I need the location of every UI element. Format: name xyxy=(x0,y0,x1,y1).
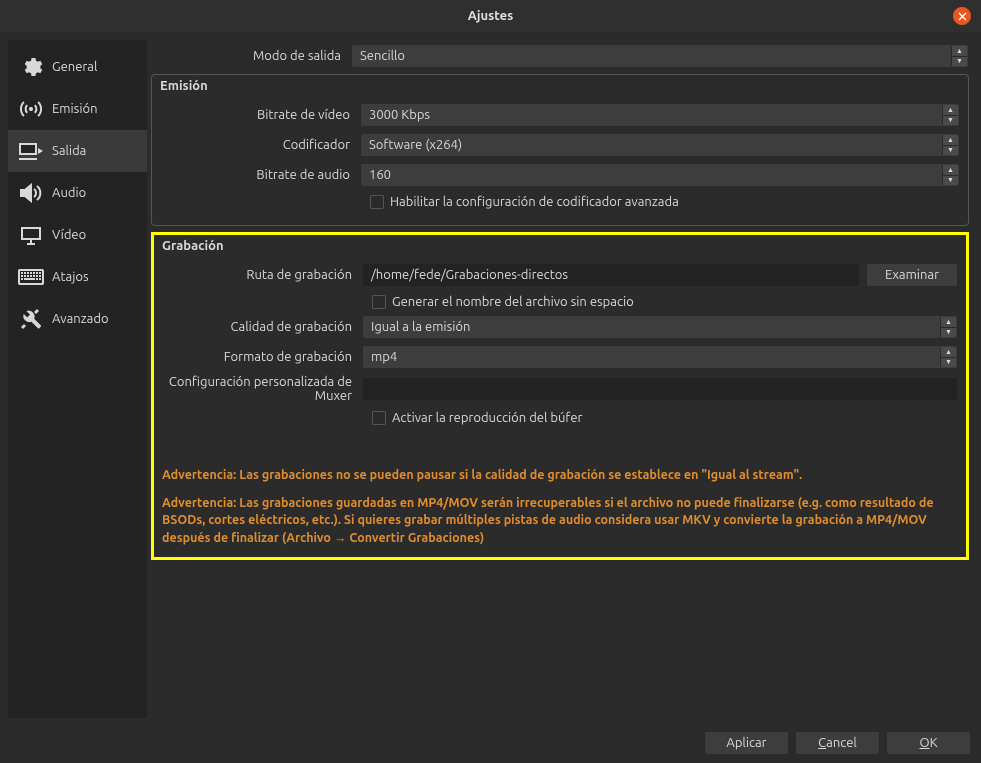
recording-path-input[interactable] xyxy=(362,263,860,287)
streaming-panel-title: Emisión xyxy=(160,79,960,93)
muxer-label: Configuración personalizada de Muxer xyxy=(162,375,362,403)
recording-warning-1: Advertencia: Las grabaciones no se puede… xyxy=(162,467,958,485)
chevron-down-icon[interactable]: ▼ xyxy=(951,57,967,67)
output-mode-label: Modo de salida xyxy=(151,49,351,63)
chevron-up-icon[interactable]: ▲ xyxy=(942,105,958,116)
close-button[interactable] xyxy=(953,7,971,25)
chevron-down-icon[interactable]: ▼ xyxy=(942,176,958,186)
output-icon xyxy=(18,140,44,162)
chevron-down-icon[interactable]: ▼ xyxy=(942,146,958,156)
sidebar-item-hotkeys[interactable]: Atajos xyxy=(8,256,147,298)
chevron-up-icon[interactable]: ▲ xyxy=(940,347,956,358)
main-content: Modo de salida Sencillo ▲▼ Emisión Bitra… xyxy=(147,40,973,718)
recording-panel: Grabación Ruta de grabación Examinar Gen… xyxy=(151,232,969,560)
streaming-panel: Emisión Bitrate de vídeo 3000 Kbps ▲▼ Co… xyxy=(151,74,969,226)
nospace-label: Generar el nombre del archivo sin espaci… xyxy=(392,295,634,309)
recording-warning-2: Advertencia: Las grabaciones guardadas e… xyxy=(162,495,958,548)
replay-buffer-label: Activar la reproducción del búfer xyxy=(392,411,582,425)
sidebar-item-label: Atajos xyxy=(52,270,89,284)
keyboard-icon xyxy=(18,266,44,288)
sidebar-item-video[interactable]: Vídeo xyxy=(8,214,147,256)
recording-path-label: Ruta de grabación xyxy=(162,268,362,282)
video-bitrate-input[interactable]: 3000 Kbps ▲▼ xyxy=(360,103,960,127)
tools-icon xyxy=(18,308,44,330)
sidebar-item-label: Salida xyxy=(52,144,86,158)
chevron-up-icon[interactable]: ▲ xyxy=(951,46,967,57)
nospace-checkbox[interactable] xyxy=(372,295,386,309)
sidebar-item-advanced[interactable]: Avanzado xyxy=(8,298,147,340)
output-mode-select[interactable]: Sencillo ▲▼ xyxy=(351,44,969,68)
chevron-down-icon[interactable]: ▼ xyxy=(940,328,956,338)
encoder-select[interactable]: Software (x264) ▲▼ xyxy=(360,133,960,157)
close-icon xyxy=(958,12,967,21)
chevron-down-icon[interactable]: ▼ xyxy=(940,358,956,368)
recording-format-label: Formato de grabación xyxy=(162,350,362,364)
chevron-down-icon[interactable]: ▼ xyxy=(942,116,958,126)
ok-button[interactable]: OK xyxy=(886,731,971,755)
sidebar: General Emisión Salida Audio Vídeo xyxy=(8,40,147,718)
audio-bitrate-select[interactable]: 160 ▲▼ xyxy=(360,163,960,187)
browse-button[interactable]: Examinar xyxy=(866,263,958,287)
chevron-up-icon[interactable]: ▲ xyxy=(942,135,958,146)
cancel-button[interactable]: Cancel xyxy=(795,731,880,755)
sidebar-item-audio[interactable]: Audio xyxy=(8,172,147,214)
sidebar-item-label: Avanzado xyxy=(52,312,109,326)
video-bitrate-label: Bitrate de vídeo xyxy=(160,108,360,122)
monitor-icon xyxy=(18,224,44,246)
audio-bitrate-label: Bitrate de audio xyxy=(160,168,360,182)
sidebar-item-label: Vídeo xyxy=(52,228,86,242)
sidebar-item-stream[interactable]: Emisión xyxy=(8,88,147,130)
sidebar-item-label: General xyxy=(52,60,97,74)
muxer-input[interactable] xyxy=(362,377,958,401)
advanced-encoder-checkbox[interactable] xyxy=(370,195,384,209)
advanced-encoder-label: Habilitar la configuración de codificado… xyxy=(390,195,679,209)
recording-quality-select[interactable]: Igual a la emisión ▲▼ xyxy=(362,315,958,339)
sidebar-item-label: Emisión xyxy=(52,102,98,116)
broadcast-icon xyxy=(18,98,44,120)
chevron-up-icon[interactable]: ▲ xyxy=(940,317,956,328)
recording-format-select[interactable]: mp4 ▲▼ xyxy=(362,345,958,369)
dialog-footer: Aplicar Cancel OK xyxy=(704,731,971,755)
gear-icon xyxy=(18,56,44,78)
recording-panel-title: Grabación xyxy=(162,239,958,253)
sidebar-item-output[interactable]: Salida xyxy=(8,130,147,172)
speaker-icon xyxy=(18,182,44,204)
encoder-label: Codificador xyxy=(160,138,360,152)
sidebar-item-general[interactable]: General xyxy=(8,46,147,88)
titlebar: Ajustes xyxy=(0,0,981,32)
sidebar-item-label: Audio xyxy=(52,186,86,200)
recording-quality-label: Calidad de grabación xyxy=(162,320,362,334)
chevron-up-icon[interactable]: ▲ xyxy=(942,165,958,176)
window-title: Ajustes xyxy=(468,9,514,23)
replay-buffer-checkbox[interactable] xyxy=(372,411,386,425)
apply-button[interactable]: Aplicar xyxy=(704,731,789,755)
